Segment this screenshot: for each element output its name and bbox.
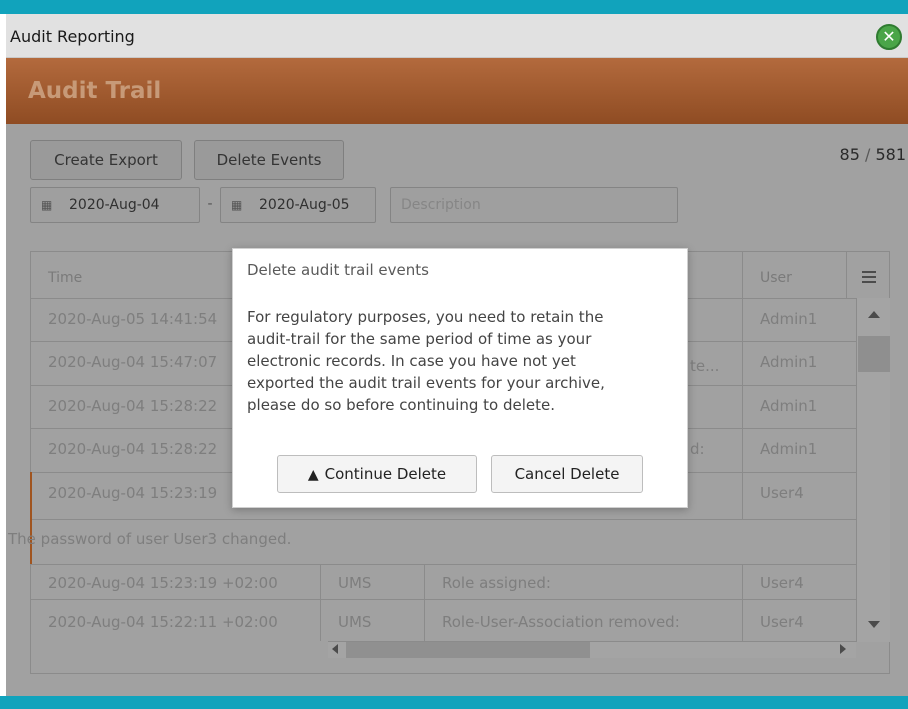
dialog-title: Delete audit trail events xyxy=(247,261,429,279)
description-placeholder: Description xyxy=(401,197,481,213)
row-description[interactable]: Role-User-Association removed: xyxy=(442,613,680,631)
audit-trail-header: Audit Trail xyxy=(6,58,908,124)
to-date-picker[interactable]: ▦ 2020-Aug-05 xyxy=(220,187,376,223)
description-filter-input[interactable]: Description xyxy=(390,187,678,223)
scroll-up-icon[interactable] xyxy=(868,311,880,318)
horizontal-scroll-thumb[interactable] xyxy=(346,642,590,658)
record-counter: 85 / 581 xyxy=(840,145,906,164)
row-user[interactable]: User4 xyxy=(760,484,804,502)
row-time[interactable]: 2020-Aug-04 15:22:11 +02:00 xyxy=(48,613,278,631)
delete-confirmation-dialog: Delete audit trail events For regulatory… xyxy=(232,248,688,508)
total-count: 581 xyxy=(875,145,906,164)
row-time[interactable]: 2020-Aug-04 15:47:07 xyxy=(48,353,217,371)
date-range-dash: - xyxy=(207,196,213,212)
from-date-picker[interactable]: ▦ 2020-Aug-04 xyxy=(30,187,200,223)
row-user[interactable]: User4 xyxy=(760,574,804,592)
calendar-icon: ▦ xyxy=(231,198,243,212)
column-divider xyxy=(424,564,425,641)
row-user[interactable]: Admin1 xyxy=(760,397,817,415)
window-title: Audit Reporting xyxy=(10,27,135,46)
row-system[interactable]: UMS xyxy=(338,574,371,592)
continue-delete-button[interactable]: ▲ Continue Delete xyxy=(277,455,477,493)
row-detail-text: The password of user User3 changed. xyxy=(8,530,292,548)
row-description-partial[interactable]: te... xyxy=(690,357,719,375)
scroll-right-icon[interactable] xyxy=(840,644,846,654)
calendar-icon: ▦ xyxy=(41,198,53,212)
row-time[interactable]: 2020-Aug-04 15:28:22 xyxy=(48,397,217,415)
dialog-message: For regulatory purposes, you need to ret… xyxy=(247,306,677,416)
counter-separator: / xyxy=(864,145,871,164)
delete-events-button[interactable]: Delete Events xyxy=(194,140,344,180)
row-user[interactable]: User4 xyxy=(760,613,804,631)
dialog-message-line: please do so before continuing to delete… xyxy=(247,396,555,414)
column-menu-icon[interactable] xyxy=(862,271,876,283)
column-header-time[interactable]: Time xyxy=(48,270,82,286)
continue-delete-label: Continue Delete xyxy=(324,465,447,483)
close-icon[interactable]: ✕ xyxy=(876,24,902,50)
row-description-partial[interactable]: d: xyxy=(690,440,705,458)
row-system[interactable]: UMS xyxy=(338,613,371,631)
warning-icon: ▲ xyxy=(307,467,319,483)
row-user[interactable]: Admin1 xyxy=(760,440,817,458)
column-divider xyxy=(742,251,743,519)
vertical-scroll-thumb[interactable] xyxy=(858,336,890,372)
scroll-left-icon[interactable] xyxy=(332,644,338,654)
row-divider xyxy=(30,519,856,520)
create-export-button[interactable]: Create Export xyxy=(30,140,182,180)
column-divider xyxy=(742,564,743,641)
cancel-delete-button[interactable]: Cancel Delete xyxy=(491,455,643,493)
dialog-message-line: For regulatory purposes, you need to ret… xyxy=(247,308,604,326)
row-user[interactable]: Admin1 xyxy=(760,310,817,328)
dialog-message-line: audit-trail for the same period of time … xyxy=(247,330,592,348)
row-time[interactable]: 2020-Aug-05 14:41:54 xyxy=(48,310,217,328)
scroll-down-icon[interactable] xyxy=(868,621,880,628)
dialog-message-line: exported the audit trail events for your… xyxy=(247,374,605,392)
page-title: Audit Trail xyxy=(28,78,162,104)
row-divider xyxy=(30,564,856,565)
bottom-accent-bar xyxy=(0,696,908,709)
column-divider xyxy=(846,251,847,298)
from-date-value: 2020-Aug-04 xyxy=(69,197,160,213)
to-date-value: 2020-Aug-05 xyxy=(259,197,350,213)
title-bar: Audit Reporting ✕ xyxy=(6,14,908,58)
row-description[interactable]: Role assigned: xyxy=(442,574,551,592)
top-accent-bar xyxy=(0,0,908,14)
row-user[interactable]: Admin1 xyxy=(760,353,817,371)
column-divider xyxy=(320,564,321,641)
row-time[interactable]: 2020-Aug-04 15:23:19 +02:00 xyxy=(48,574,278,592)
row-divider xyxy=(30,599,856,600)
column-header-user[interactable]: User xyxy=(760,270,792,286)
shown-count: 85 xyxy=(839,145,860,164)
selected-row-marker xyxy=(30,472,32,564)
dialog-message-line: electronic records. In case you have not… xyxy=(247,352,576,370)
row-time[interactable]: 2020-Aug-04 15:28:22 xyxy=(48,440,217,458)
row-time[interactable]: 2020-Aug-04 15:23:19 xyxy=(48,484,217,502)
